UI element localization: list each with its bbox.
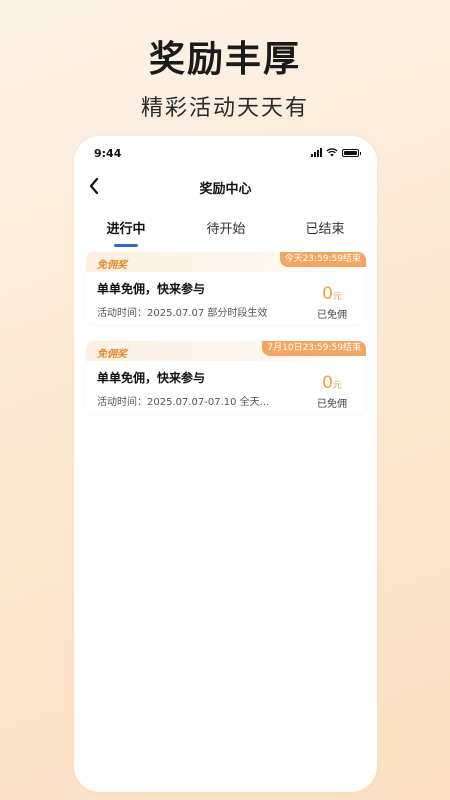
card-title: 单单免佣，快来参与: [97, 371, 206, 385]
amount-value: 0: [322, 373, 333, 393]
card-status: 已免佣: [317, 310, 347, 321]
tab-bar: 进行中 待开始 已结束: [74, 214, 377, 247]
card-title: 单单免佣，快来参与: [97, 282, 206, 296]
status-time: 9:44: [94, 147, 122, 160]
card-time: 活动时间：2025.07.07-07.10 全天...: [97, 397, 270, 408]
status-bar: 9:44: [74, 146, 377, 162]
reward-card[interactable]: 免佣奖 7月10日23:59:59结束 单单免佣，快来参与 活动时间：2025.…: [86, 341, 366, 413]
tab-label: 已结束: [305, 222, 345, 237]
card-time: 活动时间：2025.07.07 部分时段生效: [97, 308, 268, 319]
tab-label: 进行中: [106, 222, 146, 237]
phone-screen: 9:44 奖励中心 进行中 待开始 已结束 免佣奖 今天23:59:59结束 单…: [74, 136, 377, 792]
wifi-icon: [326, 148, 338, 157]
battery-icon: [342, 148, 361, 157]
status-icons: [311, 148, 361, 157]
card-deadline-badge: 7月10日23:59:59结束: [262, 341, 366, 356]
tab-label: 待开始: [206, 222, 246, 237]
signal-icon: [311, 148, 322, 157]
card-tag: 免佣奖: [97, 260, 127, 271]
tab-ongoing[interactable]: 进行中: [86, 218, 166, 247]
card-status: 已免佣: [317, 399, 347, 410]
promo-subline: 精彩活动天天有: [140, 96, 309, 121]
amount-value: 0: [322, 284, 333, 304]
card-tag: 免佣奖: [97, 349, 127, 360]
page-title: 奖励中心: [199, 182, 252, 197]
tab-upcoming[interactable]: 待开始: [186, 218, 266, 237]
nav-bar: 奖励中心: [74, 174, 377, 200]
promo-headline: 奖励丰厚: [148, 39, 301, 80]
reward-card[interactable]: 免佣奖 今天23:59:59结束 单单免佣，快来参与 活动时间：2025.07.…: [86, 252, 366, 324]
amount-unit: 元: [332, 381, 342, 391]
tab-active-indicator: [114, 244, 138, 247]
card-amount: 0元: [312, 284, 352, 304]
amount-unit: 元: [332, 292, 342, 302]
card-deadline-badge: 今天23:59:59结束: [279, 252, 366, 267]
card-amount: 0元: [312, 373, 352, 393]
tab-ended[interactable]: 已结束: [285, 218, 365, 237]
